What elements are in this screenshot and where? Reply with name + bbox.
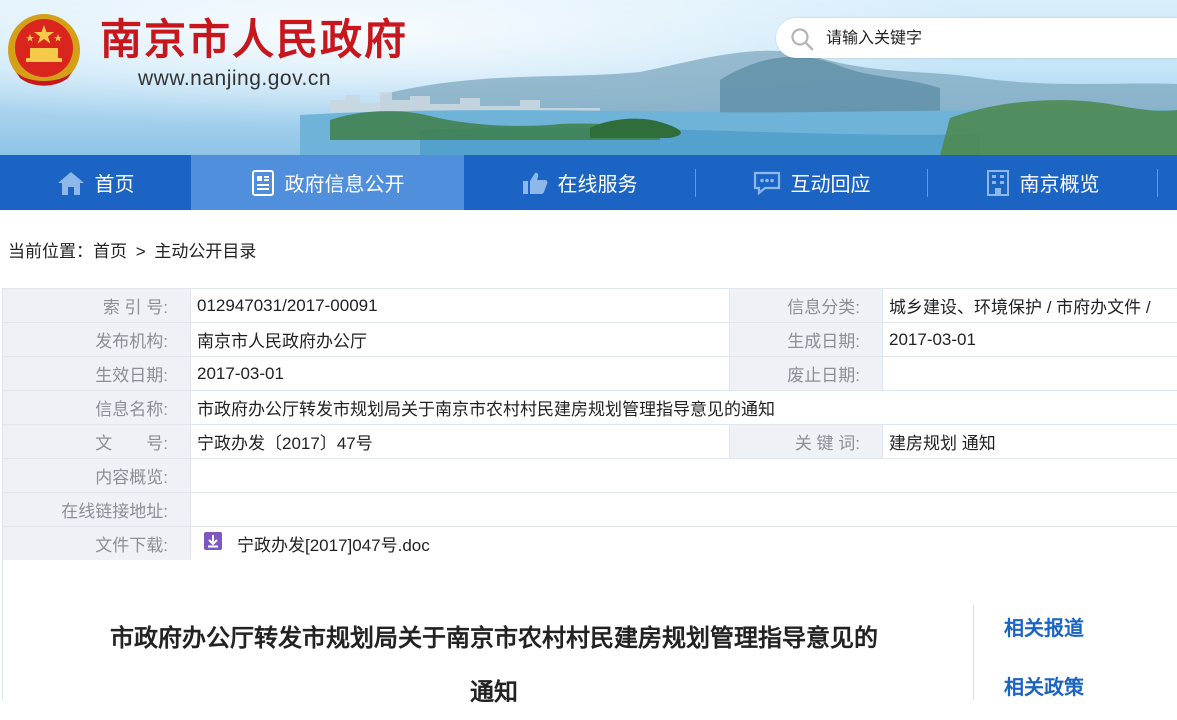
meta-label: 发布机构: bbox=[3, 323, 191, 357]
meta-value-summary bbox=[191, 459, 1177, 493]
building-icon bbox=[986, 170, 1010, 196]
chat-icon bbox=[753, 171, 781, 195]
document-meta-table: 索 引 号: 012947031/2017-00091 信息分类: 城乡建设、环… bbox=[2, 288, 1177, 561]
meta-value-index: 012947031/2017-00091 bbox=[191, 289, 730, 323]
meta-label: 索 引 号: bbox=[3, 289, 191, 323]
meta-label: 文 号: bbox=[3, 425, 191, 459]
site-title: 南京市人民政府 bbox=[100, 14, 408, 66]
header-banner: 南京市人民政府 www.nanjing.gov.cn bbox=[0, 0, 1177, 155]
meta-label: 废止日期: bbox=[730, 357, 883, 391]
nav-item-online-service[interactable]: 在线服务 bbox=[464, 155, 695, 210]
search-icon[interactable] bbox=[790, 27, 814, 55]
nav-label: 南京概览 bbox=[1020, 168, 1100, 197]
table-row: 文件下载: 宁政办发[2017]047号.doc bbox=[3, 527, 1177, 561]
document-icon bbox=[251, 170, 275, 196]
meta-value-expired bbox=[883, 357, 1177, 391]
sidebar-divider bbox=[973, 605, 974, 700]
meta-value-keywords: 建房规划 通知 bbox=[883, 425, 1177, 459]
related-news-link[interactable]: 相关报道 bbox=[1004, 612, 1084, 641]
thumbs-up-icon bbox=[522, 171, 548, 195]
home-icon bbox=[57, 170, 85, 196]
table-row: 在线链接地址: bbox=[3, 493, 1177, 527]
search-box bbox=[776, 18, 1177, 58]
meta-label: 信息分类: bbox=[730, 289, 883, 323]
table-row: 索 引 号: 012947031/2017-00091 信息分类: 城乡建设、环… bbox=[3, 289, 1177, 323]
meta-label: 关 键 词: bbox=[730, 425, 883, 459]
site-url[interactable]: www.nanjing.gov.cn bbox=[138, 67, 331, 91]
table-row: 文 号: 宁政办发〔2017〕47号 关 键 词: 建房规划 通知 bbox=[3, 425, 1177, 459]
article-title-line: 市政府办公厅转发市规划局关于南京市农村村民建房规划管理指导意见的 bbox=[80, 612, 908, 666]
nav-item-gov-info[interactable]: 政府信息公开 bbox=[191, 155, 464, 210]
article-title: 市政府办公厅转发市规划局关于南京市农村村民建房规划管理指导意见的 通知 bbox=[80, 612, 908, 720]
breadcrumb-prefix: 当前位置： bbox=[8, 242, 93, 261]
meta-value-category: 城乡建设、环境保护 / 市府办文件 / bbox=[883, 289, 1177, 323]
nav-label: 互动回应 bbox=[791, 168, 871, 197]
article-title-line: 通知 bbox=[80, 666, 908, 720]
meta-value-docno: 宁政办发〔2017〕47号 bbox=[191, 425, 730, 459]
meta-label: 在线链接地址: bbox=[3, 493, 191, 527]
breadcrumb-home-link[interactable]: 首页 bbox=[93, 242, 127, 261]
meta-value-link bbox=[191, 493, 1177, 527]
breadcrumb-separator: > bbox=[136, 242, 146, 261]
search-input[interactable] bbox=[824, 24, 1158, 54]
meta-value-created: 2017-03-01 bbox=[883, 323, 1177, 357]
meta-value-effective: 2017-03-01 bbox=[191, 357, 730, 391]
related-policy-link[interactable]: 相关政策 bbox=[1004, 671, 1084, 700]
nav-label: 首页 bbox=[95, 168, 135, 197]
breadcrumb-current-link[interactable]: 主动公开目录 bbox=[154, 242, 256, 261]
nav-label: 政府信息公开 bbox=[285, 168, 405, 197]
nav-label: 在线服务 bbox=[558, 168, 638, 197]
nav-item-nanjing-overview[interactable]: 南京概览 bbox=[928, 155, 1157, 210]
meta-label: 内容概览: bbox=[3, 459, 191, 493]
table-row: 内容概览: bbox=[3, 459, 1177, 493]
download-icon[interactable] bbox=[203, 531, 223, 556]
meta-label: 信息名称: bbox=[3, 391, 191, 425]
meta-label: 生成日期: bbox=[730, 323, 883, 357]
table-row: 生效日期: 2017-03-01 废止日期: bbox=[3, 357, 1177, 391]
download-file-link[interactable]: 宁政办发[2017]047号.doc bbox=[237, 536, 430, 555]
table-row: 发布机构: 南京市人民政府办公厅 生成日期: 2017-03-01 bbox=[3, 323, 1177, 357]
meta-value-download: 宁政办发[2017]047号.doc bbox=[191, 527, 1177, 561]
national-emblem-icon bbox=[4, 8, 84, 92]
table-row: 信息名称: 市政府办公厅转发市规划局关于南京市农村村民建房规划管理指导意见的通知 bbox=[3, 391, 1177, 425]
main-nav: 首页 政府信息公开 在线服务 bbox=[0, 155, 1177, 210]
nav-item-home[interactable]: 首页 bbox=[0, 155, 191, 210]
meta-value-publisher: 南京市人民政府办公厅 bbox=[191, 323, 730, 357]
breadcrumb: 当前位置：首页 > 主动公开目录 bbox=[8, 237, 260, 262]
nav-item-interaction[interactable]: 互动回应 bbox=[696, 155, 927, 210]
meta-label: 生效日期: bbox=[3, 357, 191, 391]
meta-label: 文件下载: bbox=[3, 527, 191, 561]
nav-divider bbox=[1157, 169, 1158, 197]
meta-value-name: 市政府办公厅转发市规划局关于南京市农村村民建房规划管理指导意见的通知 bbox=[191, 391, 1177, 425]
